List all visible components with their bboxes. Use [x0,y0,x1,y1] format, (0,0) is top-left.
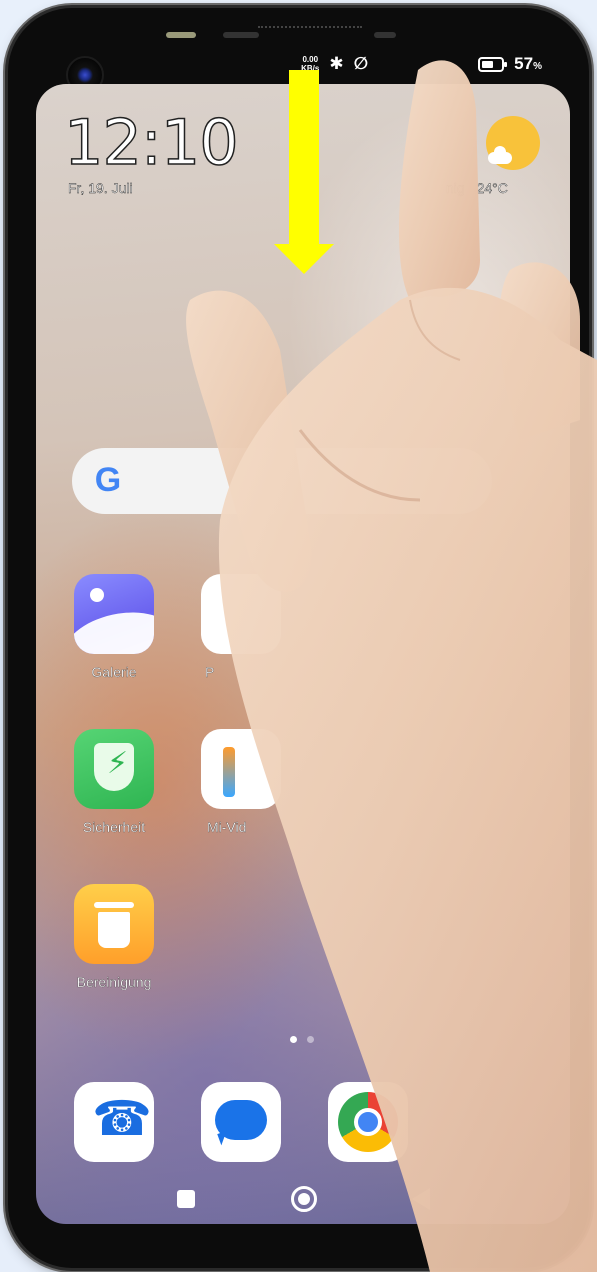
phone-side-button [223,32,259,38]
back-button[interactable] [412,1188,430,1210]
google-logo-icon: G [94,461,122,499]
home-button[interactable] [291,1186,317,1212]
security-shield-icon: ⚡ [74,729,154,809]
navigation-bar [36,1164,570,1224]
swipe-down-arrow-head [274,244,334,274]
weather-icon[interactable] [486,116,540,170]
clock-date: Fr, 19. Juli [68,180,133,196]
vibrate-mute-icon: ∅ [353,54,369,73]
phone-icon: ☎ [92,1093,152,1146]
weather-summary[interactable]: nig 24°C [446,180,508,196]
app-label: Sicherheit [82,819,146,835]
clock-time: 12:10 [63,106,239,179]
phone-side-button [166,32,196,38]
phone-speaker-grille [258,26,362,31]
app-mi-video[interactable]: Mi-Vid [191,729,291,835]
gallery-icon [74,574,154,654]
app-photos[interactable]: P [191,574,291,680]
app-galerie[interactable]: Galerie [64,574,164,680]
page-dot-active [290,1036,297,1043]
page-indicator [290,1036,314,1043]
app-label: Mi-Vid [207,819,247,835]
app-label: P [205,664,215,680]
dock-chrome-app[interactable] [328,1082,408,1162]
app-label: Galerie [91,664,137,680]
app-label: Bereinigung [76,974,152,990]
battery-icon [478,56,508,72]
cleaner-trash-icon [74,884,154,964]
app-bereinigung[interactable]: Bereinigung [64,884,164,990]
recents-button[interactable] [177,1190,195,1208]
dock-messages-app[interactable] [201,1082,281,1162]
swipe-down-arrow [289,70,319,246]
phone-side-button [374,32,396,38]
photos-icon [201,574,281,654]
mi-video-icon [201,729,281,809]
battery-percent: 57% [514,54,542,73]
dock-phone-app[interactable]: ☎ [74,1082,154,1162]
page-dot [307,1036,314,1043]
bluetooth-icon: ✱ [329,54,344,73]
app-sicherheit[interactable]: ⚡ Sicherheit [64,729,164,835]
google-search-bar[interactable]: G [72,448,492,514]
